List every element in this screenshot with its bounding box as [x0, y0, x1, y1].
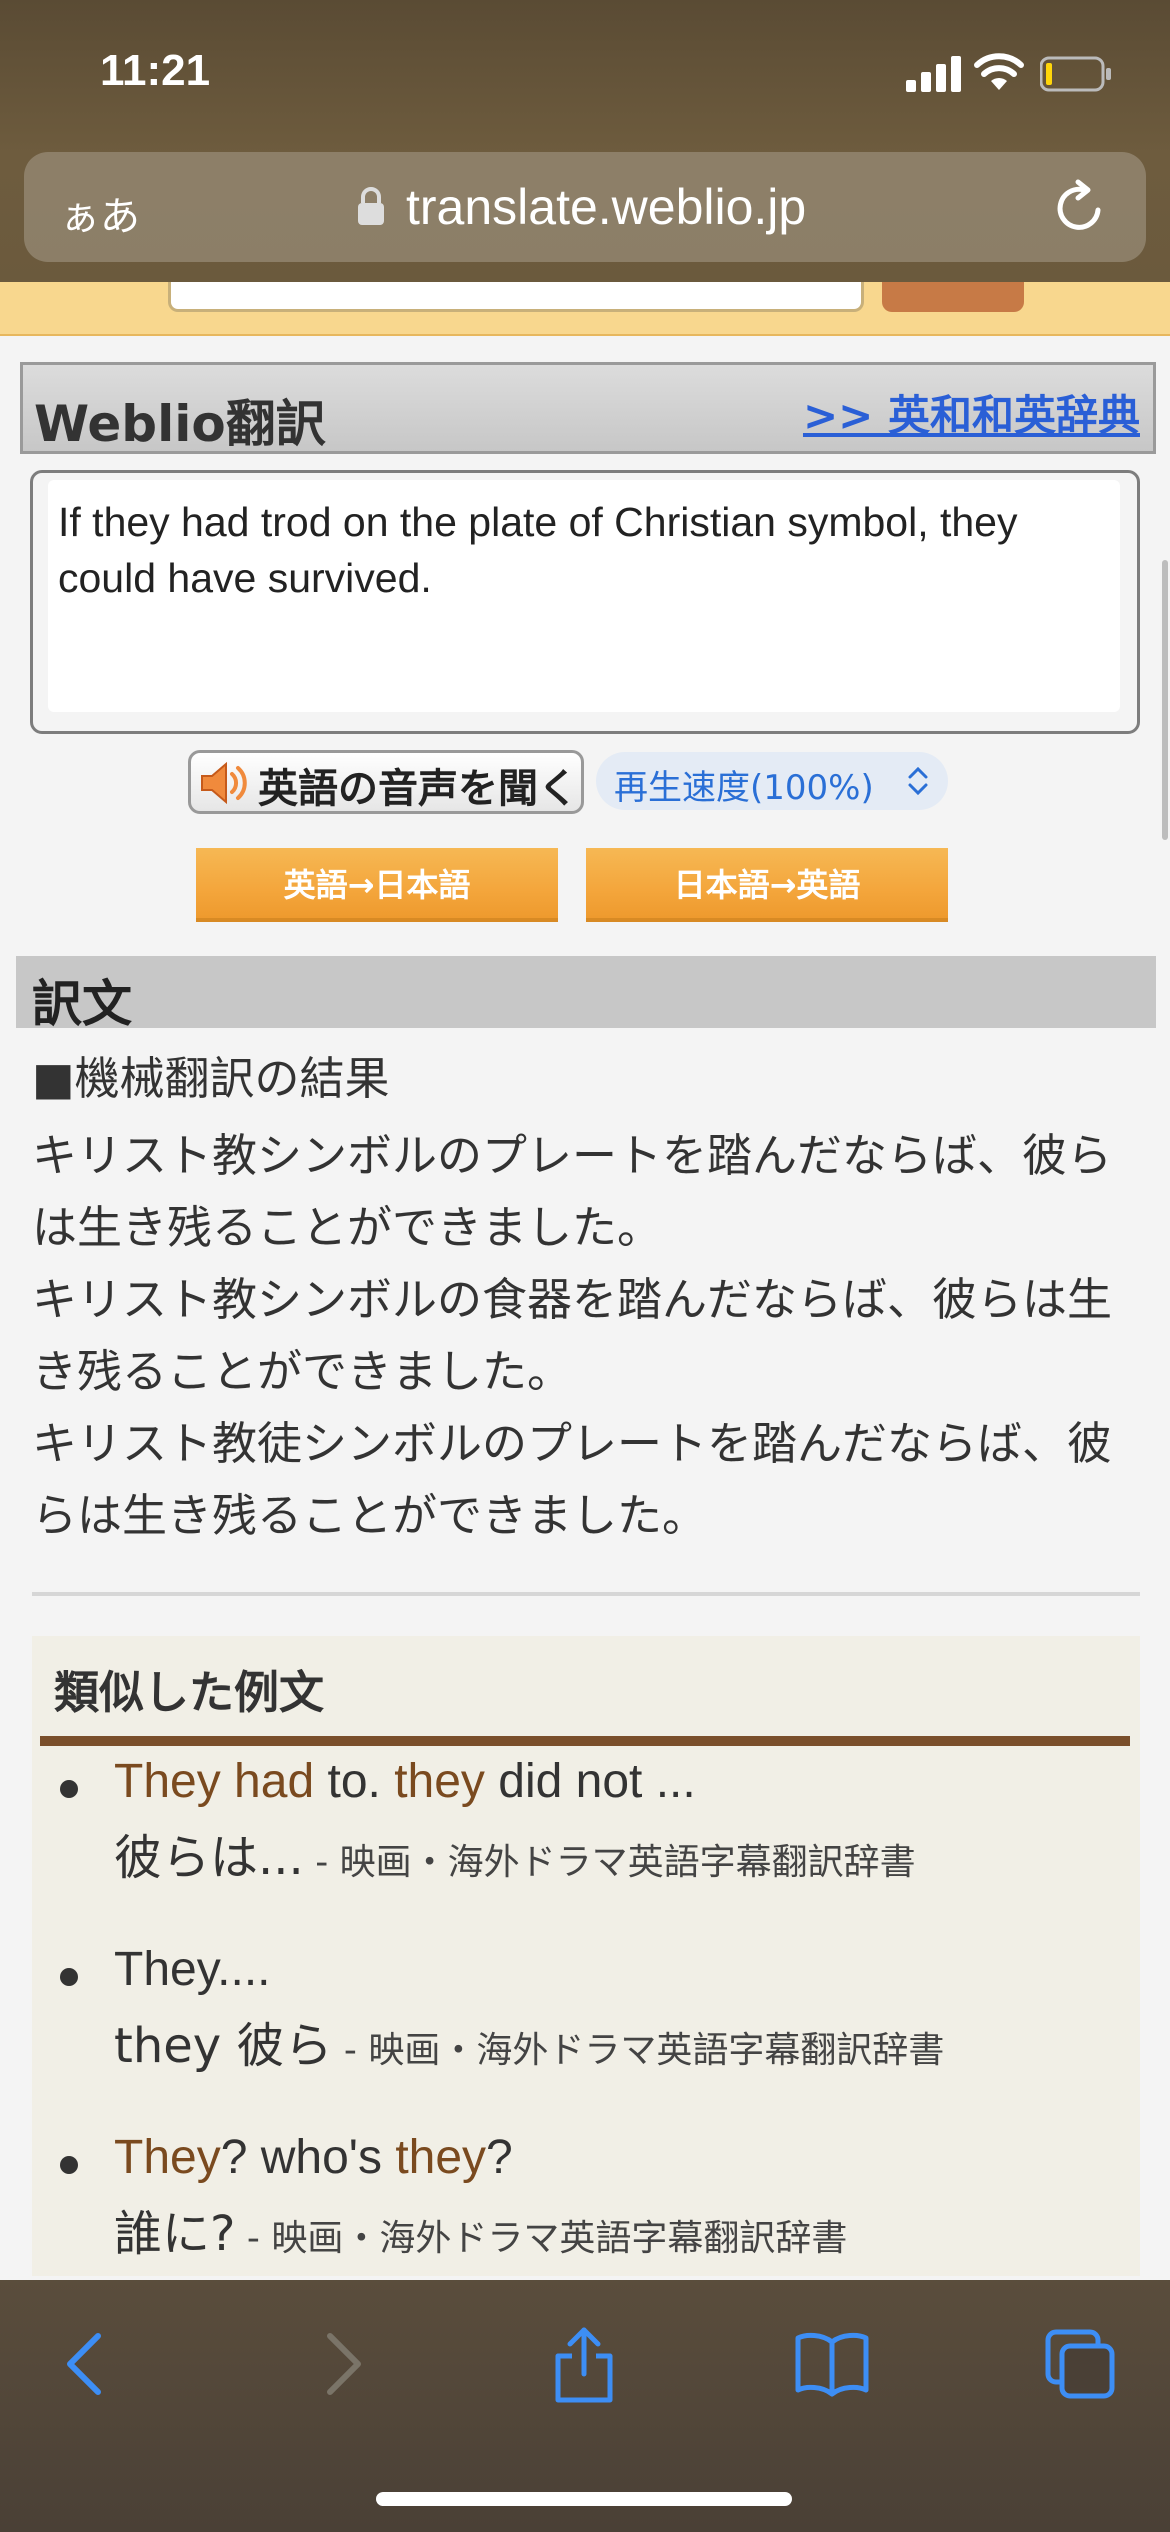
bullet	[60, 1780, 78, 1798]
site-search-input[interactable]	[168, 282, 864, 312]
result-line: キリスト教シンボルのプレートを踏んだならば、彼らは生き残ることができました。	[32, 1129, 1113, 1254]
result-text: キリスト教シンボルのプレートを踏んだならば、彼らは生き残ることができました。 キ…	[32, 1120, 1142, 1552]
cellular-signal-icon	[906, 56, 961, 92]
example-translation: 誰に?	[114, 2206, 236, 2262]
highlighted-word: They	[114, 2131, 221, 2184]
example-text: to.	[314, 1755, 395, 1808]
result-line: キリスト教徒シンボルのプレートを踏んだならば、彼らは生き残ることができました。	[32, 1417, 1113, 1542]
translation-input[interactable]: If they had trod on the plate of Christi…	[48, 480, 1120, 712]
example-text: ? who's	[220, 2131, 396, 2184]
en-to-ja-label: 英語→日本語	[283, 866, 471, 904]
listen-audio-label: 英語の音声を聞く	[258, 766, 578, 812]
share-icon[interactable]	[544, 2324, 624, 2404]
scrollbar[interactable]	[1162, 560, 1168, 840]
example-source[interactable]: - 映画・海外ドラマ英語字幕翻訳辞書	[235, 2218, 847, 2259]
result-heading-bar	[16, 956, 1156, 1028]
status-time: 11:21	[100, 46, 211, 95]
reload-icon[interactable]	[1052, 178, 1108, 236]
example-translation: 彼らは...	[114, 1830, 304, 1886]
dictionary-link[interactable]: >> 英和和英辞典	[803, 382, 1140, 443]
example-source[interactable]: - 映画・海外ドラマ英語字幕翻訳辞書	[332, 2030, 944, 2071]
weblio-title: Weblio翻訳	[34, 395, 326, 453]
result-heading: 訳文	[32, 975, 132, 1033]
select-chevron-icon	[908, 766, 928, 796]
bookmarks-icon[interactable]	[792, 2324, 872, 2404]
result-line: キリスト教シンボルの食器を踏んだならば、彼らは生き残ることができました。	[32, 1273, 1113, 1398]
examples-rule	[40, 1736, 1130, 1746]
section-divider	[32, 1592, 1140, 1596]
example-text: They....	[114, 1943, 271, 1996]
back-icon[interactable]	[48, 2324, 128, 2404]
example-japanese: 彼らは... - 映画・海外ドラマ英語字幕翻訳辞書	[114, 1818, 916, 1888]
speaker-icon	[201, 761, 247, 805]
example-text: did not ...	[484, 1755, 696, 1808]
example-japanese: 誰に? - 映画・海外ドラマ英語字幕翻訳辞書	[114, 2194, 847, 2264]
ja-to-en-button[interactable]: 日本語→英語	[586, 848, 948, 922]
bullet	[60, 2156, 78, 2174]
similar-examples-title: 類似した例文	[54, 1666, 325, 1719]
forward-icon[interactable]	[300, 2324, 380, 2404]
example-english[interactable]: They? who's they?	[114, 2130, 513, 2185]
battery-icon	[1040, 56, 1111, 92]
highlighted-word: they	[395, 2131, 487, 2184]
en-to-ja-button[interactable]: 英語→日本語	[196, 848, 558, 922]
bullet	[60, 1968, 78, 1986]
lock-icon	[358, 187, 384, 225]
wifi-icon	[974, 53, 1024, 90]
example-japanese: they 彼ら - 映画・海外ドラマ英語字幕翻訳辞書	[114, 2006, 944, 2076]
playback-speed-label: 再生速度(100%)	[614, 768, 874, 808]
example-translation: they 彼ら	[114, 2018, 333, 2074]
url-text[interactable]: translate.weblio.jp	[406, 178, 806, 236]
highlighted-word: They had	[114, 1755, 315, 1808]
reader-aa-button[interactable]: ぁあ	[60, 184, 140, 242]
highlighted-word: they	[394, 1755, 485, 1808]
example-english[interactable]: They had to. they did not ...	[114, 1754, 696, 1809]
tabs-icon[interactable]	[1040, 2324, 1120, 2404]
result-subtitle: ■機械翻訳の結果	[32, 1052, 390, 1105]
example-text: ?	[486, 2131, 513, 2184]
home-indicator[interactable]	[376, 2492, 792, 2506]
ja-to-en-label: 日本語→英語	[673, 866, 861, 904]
site-search-button[interactable]	[882, 282, 1024, 312]
example-english[interactable]: They....	[114, 1942, 271, 1997]
example-source[interactable]: - 映画・海外ドラマ英語字幕翻訳辞書	[304, 1842, 915, 1883]
